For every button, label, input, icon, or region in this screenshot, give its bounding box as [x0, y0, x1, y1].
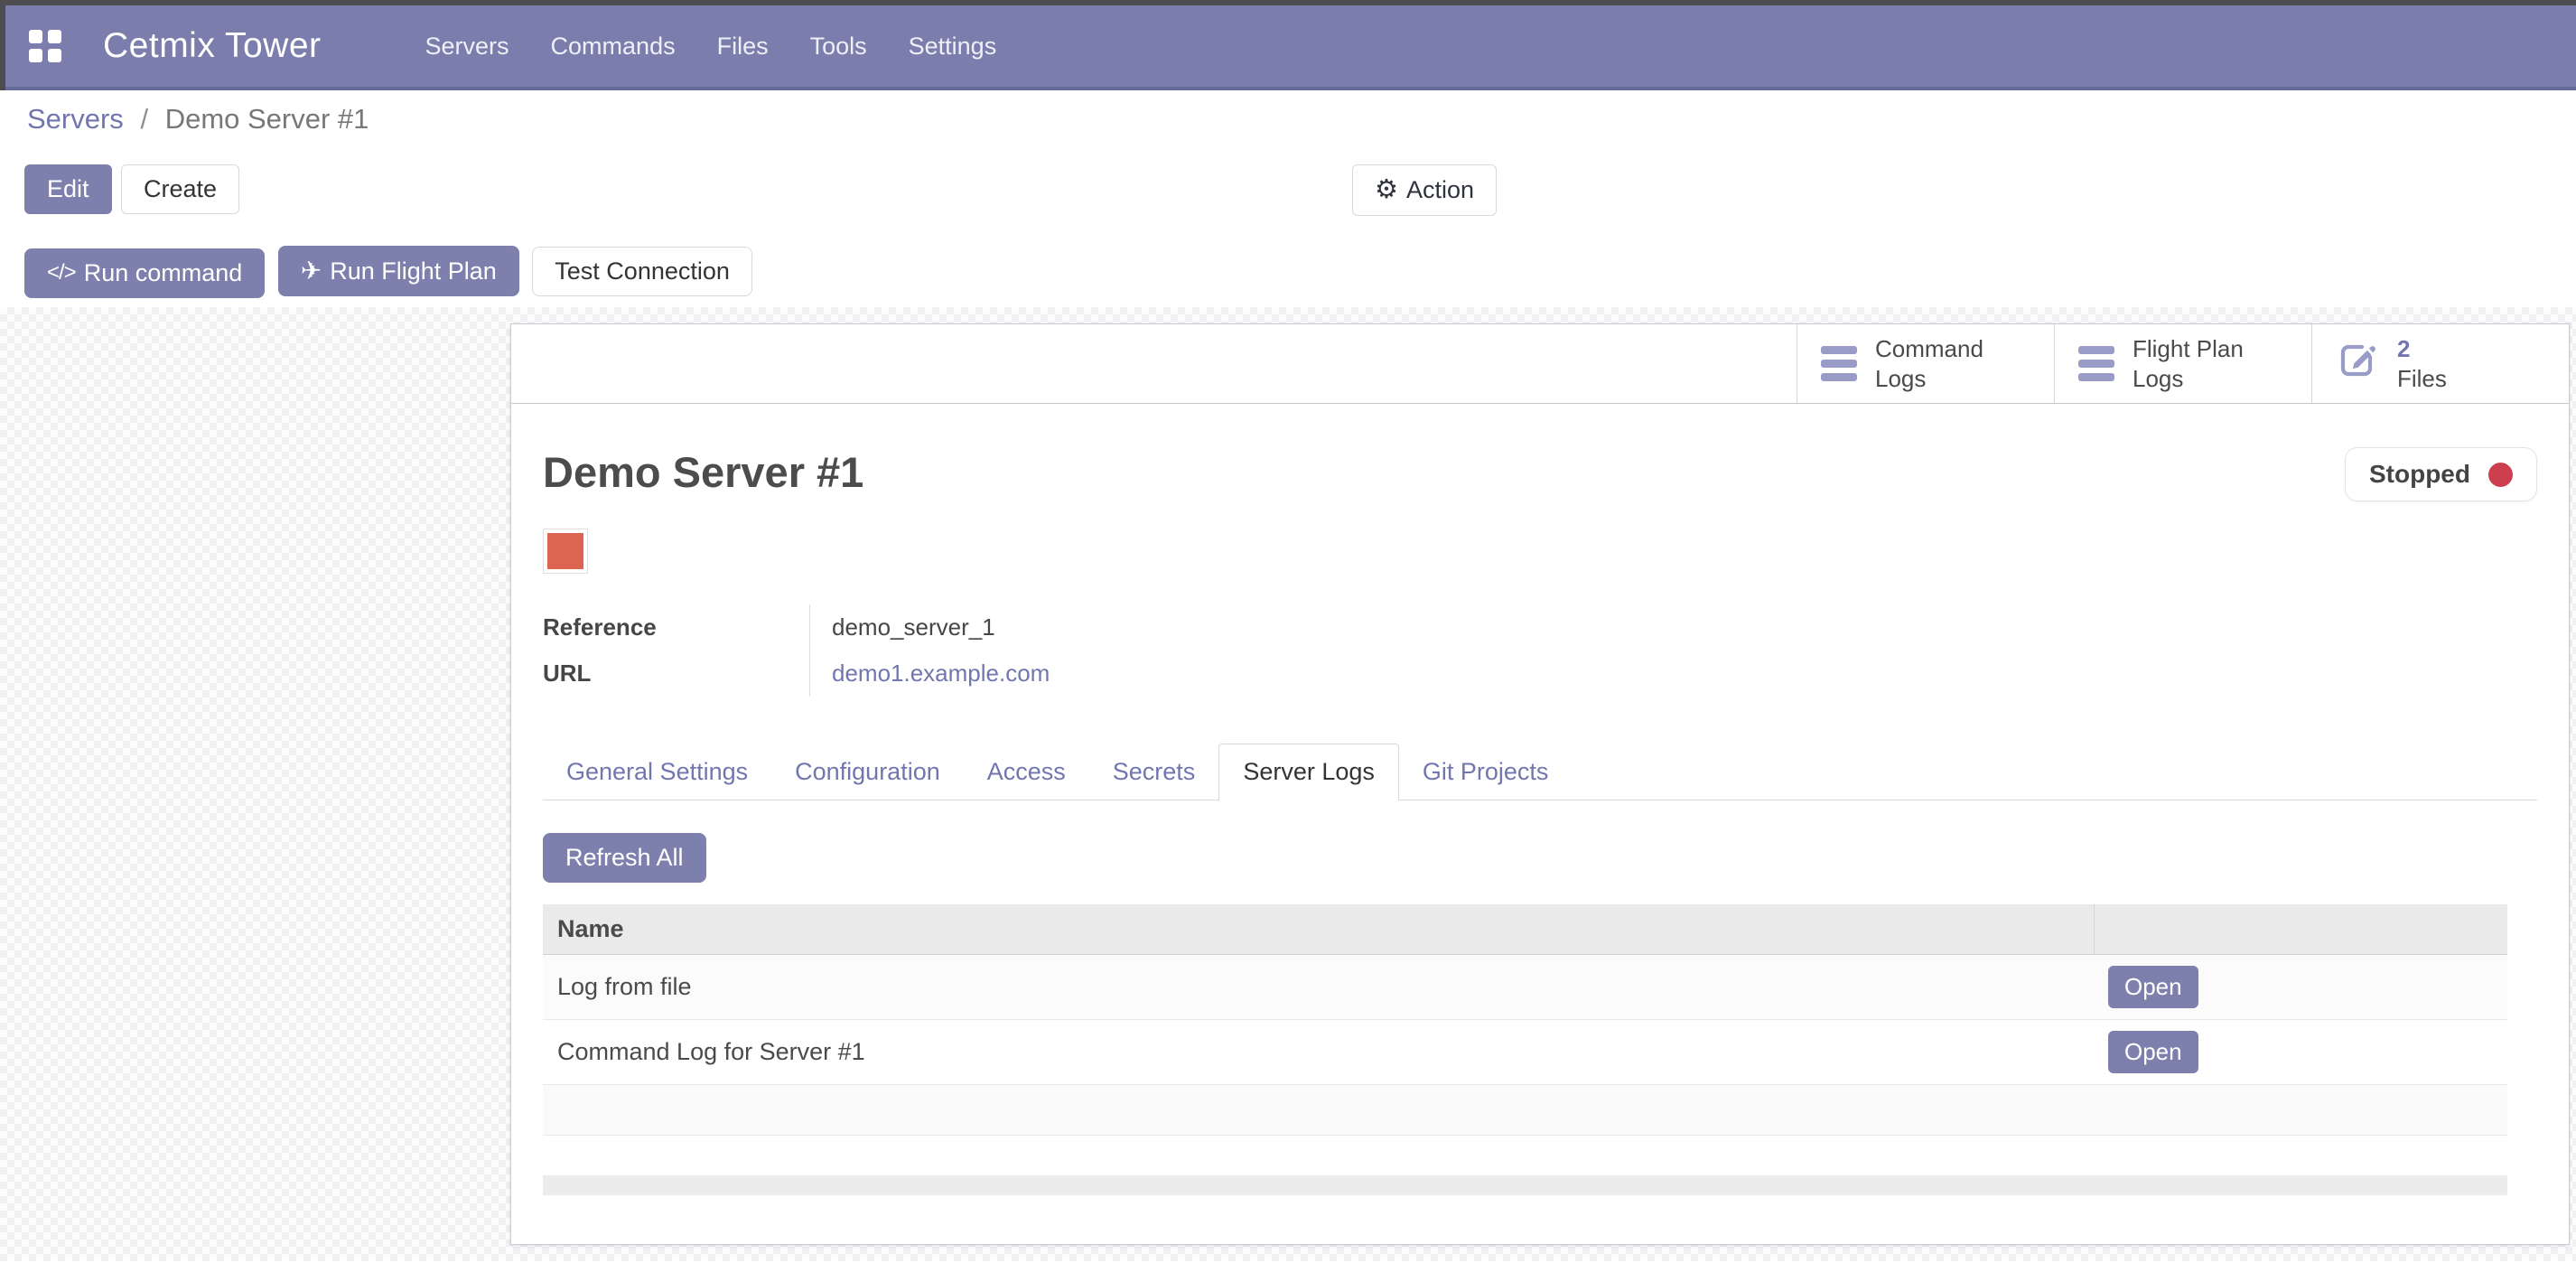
status-badge: Stopped — [2345, 447, 2537, 501]
create-button[interactable]: Create — [121, 164, 239, 214]
main-menu: Servers Commands Files Tools Settings — [405, 5, 1018, 87]
menu-item-tools[interactable]: Tools — [789, 5, 888, 87]
run-flight-plan-button[interactable]: ✈ Run Flight Plan — [278, 246, 519, 296]
run-flight-plan-label: Run Flight Plan — [330, 259, 497, 284]
log-action-cell: Open — [2094, 955, 2507, 1020]
window-left-edge — [0, 0, 5, 90]
files-count: 2 — [2397, 334, 2447, 364]
run-command-label: Run command — [84, 261, 243, 285]
reference-field-value: demo_server_1 — [809, 604, 1803, 650]
server-logs-panel: Refresh All Name Log from file Open — [543, 833, 2537, 1195]
table-footer-bar — [543, 1175, 2507, 1195]
control-panel: Servers / Demo Server #1 Edit Create ⚙ A… — [0, 90, 2576, 307]
tab-configuration[interactable]: Configuration — [771, 744, 964, 800]
open-log-button[interactable]: Open — [2108, 1031, 2198, 1073]
notebook-tabs: General Settings Configuration Access Se… — [543, 747, 2537, 800]
tab-secrets[interactable]: Secrets — [1089, 744, 1219, 800]
color-swatch — [547, 533, 583, 569]
table-empty-row — [543, 1085, 2507, 1136]
top-navbar: Cetmix Tower Servers Commands Files Tool… — [0, 5, 2576, 90]
refresh-all-button[interactable]: Refresh All — [543, 833, 706, 883]
breadcrumb-current: Demo Server #1 — [165, 103, 369, 135]
edit-button[interactable]: Edit — [24, 164, 112, 214]
status-label: Stopped — [2369, 460, 2470, 489]
table-row[interactable]: Command Log for Server #1 Open — [543, 1020, 2507, 1085]
tab-access[interactable]: Access — [964, 744, 1089, 800]
window-top-edge — [0, 0, 2576, 5]
table-row[interactable]: Log from file Open — [543, 955, 2507, 1020]
log-name-cell[interactable]: Log from file — [543, 955, 2094, 1020]
breadcrumb: Servers / Demo Server #1 — [27, 103, 2576, 136]
list-icon — [2078, 346, 2114, 381]
stat-button-files[interactable]: 2 Files — [2311, 324, 2569, 403]
table-header-row: Name — [543, 904, 2507, 955]
stat-label: Command Logs — [1875, 334, 1983, 393]
stat-button-row: Command Logs Flight Plan Logs — [511, 324, 2569, 404]
code-icon: </> — [47, 262, 76, 284]
plane-icon: ✈ — [301, 258, 322, 284]
menu-item-settings[interactable]: Settings — [888, 5, 1018, 87]
sheet-body: Demo Server #1 Stopped Reference demo_se… — [511, 447, 2569, 1195]
app-brand[interactable]: Cetmix Tower — [103, 26, 322, 66]
form-sheet: Command Logs Flight Plan Logs — [510, 323, 2570, 1245]
edit-square-icon — [2336, 339, 2379, 389]
test-connection-button[interactable]: Test Connection — [532, 247, 752, 296]
open-log-button[interactable]: Open — [2108, 966, 2198, 1008]
run-command-button[interactable]: </> Run command — [24, 248, 265, 298]
menu-item-commands[interactable]: Commands — [530, 5, 696, 87]
menu-item-files[interactable]: Files — [696, 5, 789, 87]
apps-grid-icon[interactable] — [29, 30, 61, 62]
log-action-cell: Open — [2094, 1020, 2507, 1085]
tab-general-settings[interactable]: General Settings — [543, 744, 771, 800]
breadcrumb-parent-link[interactable]: Servers — [27, 103, 124, 135]
action-button[interactable]: ⚙ Action — [1352, 164, 1497, 216]
stat-button-flight-plan-logs[interactable]: Flight Plan Logs — [2054, 324, 2311, 403]
field-group: Reference demo_server_1 URL demo1.exampl… — [543, 604, 2537, 697]
stat-button-command-logs[interactable]: Command Logs — [1797, 324, 2054, 403]
stat-label: 2 Files — [2397, 334, 2447, 393]
menu-item-servers[interactable]: Servers — [405, 5, 530, 87]
title-row: Demo Server #1 Stopped — [543, 447, 2537, 501]
reference-field-label: Reference — [543, 604, 809, 650]
column-header-action — [2094, 904, 2507, 955]
edit-create-row: Edit Create ⚙ Action — [24, 164, 2576, 213]
url-field-label: URL — [543, 650, 809, 697]
breadcrumb-separator: / — [131, 103, 157, 135]
log-name-cell[interactable]: Command Log for Server #1 — [543, 1020, 2094, 1085]
server-logs-table: Name Log from file Open Command Log f — [543, 904, 2507, 1136]
url-field-value: demo1.example.com — [809, 650, 1803, 697]
server-title: Demo Server #1 — [543, 447, 863, 497]
action-button-label: Action — [1406, 178, 1474, 202]
list-icon — [1821, 346, 1857, 381]
stat-label: Flight Plan Logs — [2133, 334, 2244, 393]
tab-server-logs[interactable]: Server Logs — [1218, 744, 1399, 800]
gear-icon: ⚙ — [1375, 177, 1398, 203]
main-content-area: Command Logs Flight Plan Logs — [0, 307, 2576, 1261]
server-action-row: </> Run command ✈ Run Flight Plan Test C… — [24, 246, 2576, 295]
url-link[interactable]: demo1.example.com — [832, 660, 1050, 687]
color-picker-field[interactable] — [543, 529, 588, 574]
column-header-name[interactable]: Name — [543, 904, 2094, 955]
status-dot-icon — [2488, 463, 2513, 487]
tab-git-projects[interactable]: Git Projects — [1399, 744, 1573, 800]
